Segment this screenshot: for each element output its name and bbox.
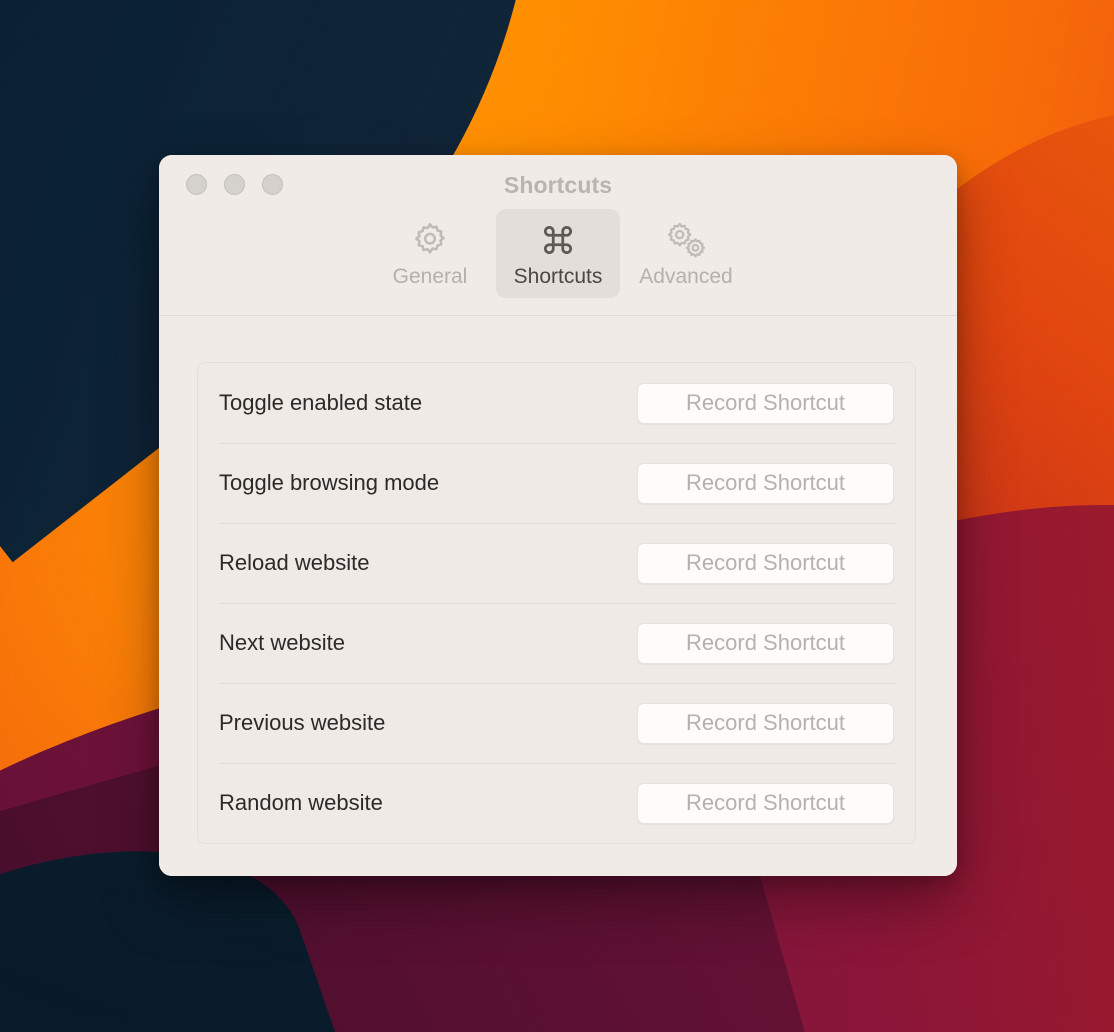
gear-icon (410, 217, 450, 263)
record-shortcut-button[interactable]: Record Shortcut (637, 382, 894, 424)
record-shortcut-button[interactable]: Record Shortcut (637, 622, 894, 664)
tab-general[interactable]: General (368, 209, 492, 298)
shortcut-name-label: Reload website (219, 550, 370, 575)
window-content: Toggle enabled state Record Shortcut Tog… (159, 316, 957, 876)
tab-advanced[interactable]: Advanced (624, 209, 748, 298)
preferences-window: Shortcuts General Shortcuts Advanced Tog… (159, 155, 957, 876)
desktop-wallpaper: Shortcuts General Shortcuts Advanced Tog… (0, 0, 1114, 1032)
record-shortcut-button[interactable]: Record Shortcut (637, 702, 894, 744)
shortcut-name-label: Next website (219, 630, 345, 655)
tab-advanced-label: Advanced (639, 265, 733, 288)
table-row: Next website Record Shortcut (198, 603, 915, 683)
tab-shortcuts-label: Shortcuts (513, 265, 603, 288)
table-row: Toggle enabled state Record Shortcut (198, 363, 915, 443)
shortcut-name-label: Toggle browsing mode (219, 470, 440, 495)
shortcut-name-label: Random website (219, 790, 383, 815)
window-titlebar: Shortcuts General Shortcuts Advanced (159, 155, 957, 316)
shortcut-name-label: Previous website (219, 710, 386, 735)
record-shortcut-button[interactable]: Record Shortcut (637, 462, 894, 504)
window-title: Shortcuts (503, 172, 613, 198)
tab-shortcuts[interactable]: Shortcuts (496, 209, 620, 299)
shortcuts-list: Toggle enabled state Record Shortcut Tog… (197, 362, 916, 844)
two-gears-icon (664, 217, 708, 263)
table-row: Random website Record Shortcut (198, 763, 915, 843)
command-key-icon (539, 217, 577, 263)
tab-general-label: General (392, 265, 468, 288)
table-row: Reload website Record Shortcut (198, 523, 915, 603)
record-shortcut-button[interactable]: Record Shortcut (637, 542, 894, 584)
shortcut-name-label: Toggle enabled state (219, 390, 423, 415)
table-row: Previous website Record Shortcut (198, 683, 915, 763)
record-shortcut-button[interactable]: Record Shortcut (637, 782, 894, 824)
table-row: Toggle browsing mode Record Shortcut (198, 443, 915, 523)
toolbar-tabs: General Shortcuts Advanced (159, 209, 957, 299)
